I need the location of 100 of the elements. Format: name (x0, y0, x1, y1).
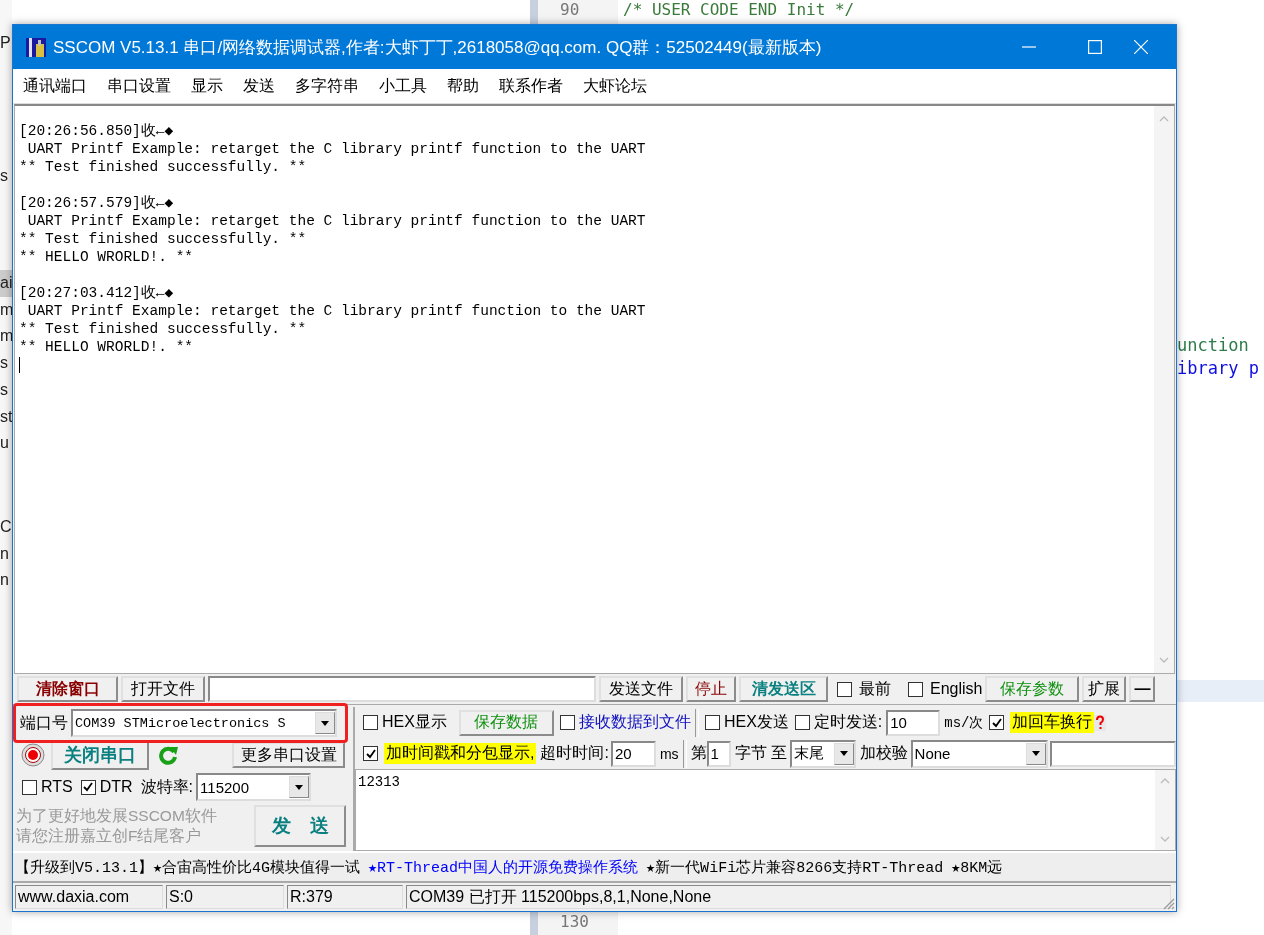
log-line: [20:26:57.579]收←◆ (19, 194, 175, 212)
log-line: ** Test finished successfully. ** (19, 320, 308, 338)
log-line: ** Test finished successfully. ** (19, 158, 308, 176)
background-text: m (0, 326, 12, 347)
code-text: unction (1177, 334, 1250, 357)
to-label: 至 (770, 743, 787, 763)
checkbox[interactable] (908, 681, 923, 697)
log-line: ** Test finished successfully. ** (19, 230, 308, 248)
send-file-button[interactable]: 发送文件 (599, 676, 683, 702)
help-icon[interactable] (1094, 714, 1107, 731)
caret-icon (1031, 751, 1040, 756)
port-label: 端口号 (20, 712, 68, 733)
background-text: s (0, 166, 9, 186)
checkbox[interactable] (363, 746, 378, 761)
checkbox-label: 最前 (859, 678, 891, 699)
file-path-field[interactable] (208, 676, 596, 702)
checkbox[interactable] (837, 681, 852, 697)
resize-grip-icon[interactable] (1161, 896, 1175, 910)
checkbox[interactable] (704, 715, 720, 730)
stop-button[interactable]: 停止 (686, 676, 736, 702)
background-text: P (0, 33, 12, 53)
log-line: UART Printf Example: retarget the C library printf function to the UART (26, 212, 647, 230)
close-icon[interactable] (1134, 40, 1148, 54)
byte-label: 字节 (734, 743, 767, 763)
menu-item[interactable]: 帮助 (447, 75, 479, 97)
background-text: s (0, 353, 9, 374)
window-title: SSCOM V5.13.1 串口/网络数据调试器,作者:大虾丁丁,2618058@qq.com. QQ群：52502449(最新版本) (53, 36, 822, 59)
port-dropdown[interactable]: COM39 STMicroelectronics S (71, 709, 337, 737)
checkbox[interactable] (363, 715, 378, 730)
checksum-dropdown[interactable]: None (910, 739, 1048, 768)
background-text: u (0, 433, 10, 454)
clear-send-button[interactable]: 清发送区 (739, 676, 828, 702)
checksum-label: 加校验 (859, 743, 908, 763)
checksum-value-field[interactable] (1049, 740, 1176, 767)
log-line: UART Printf Example: retarget the C library printf function to the UART (26, 140, 647, 158)
checkbox-label: 加回车换行 (1010, 712, 1095, 733)
checkbox-label: HEX显示 (382, 712, 447, 732)
save-params-button[interactable]: 保存参数 (985, 676, 1080, 702)
status-cell: COM39 已打开 115200bps,8,1,None,None (406, 885, 1171, 909)
menu-item[interactable]: 大虾论坛 (583, 75, 647, 97)
checkbox-label: 定时发送: (813, 712, 883, 732)
checkbox[interactable] (559, 715, 575, 730)
baud-label: 波特率: (140, 776, 194, 797)
status-cell: R:379 (287, 885, 403, 909)
send-button[interactable]: 发 送 (254, 805, 346, 847)
line-number: 130 (559, 912, 589, 931)
refresh-icon[interactable] (157, 744, 179, 766)
log-line: ** HELLO WRORLD!. ** (19, 248, 195, 266)
line-number: 90 (559, 0, 581, 19)
checkbox[interactable] (989, 715, 1005, 730)
ticker-link[interactable]: ★8KM远 (951, 857, 1003, 877)
log-line: UART Printf Example: retarget the C library printf function to the UART (26, 302, 647, 320)
clear-window-button[interactable]: 清除窗口 (17, 676, 118, 702)
background-text: m (0, 299, 12, 320)
status-light-icon (21, 743, 45, 767)
expand-button[interactable]: 扩展 (1082, 676, 1127, 702)
byte-from-label: 第 (690, 743, 707, 763)
notice-text: 为了更好地发展SSCOM软件 (16, 806, 218, 826)
log-line: ** HELLO WRORLD!. ** (19, 338, 195, 356)
checkbox-label: HEX发送 (723, 712, 789, 732)
menu-item[interactable]: 小工具 (379, 75, 427, 97)
ticker-link[interactable]: ★RT-Thread中国人的开源免费操作系统 (368, 857, 639, 877)
byte-from-field[interactable]: 1 (706, 740, 731, 767)
checkbox-label: RTS (41, 778, 73, 796)
baud-dropdown[interactable]: 115200 (196, 773, 312, 801)
checkbox[interactable] (80, 779, 96, 795)
background-text: ai (0, 270, 12, 297)
save-data-button[interactable]: 保存数据 (458, 709, 554, 736)
app-icon (25, 36, 47, 58)
menu-item[interactable]: 联系作者 (499, 75, 563, 97)
checkbox-label: English (930, 680, 983, 698)
byte-to-dropdown[interactable]: 末尾 (789, 739, 856, 768)
menu-item[interactable]: 通讯端口 (23, 75, 87, 97)
checkbox[interactable] (22, 779, 37, 795)
menu-item[interactable]: 显示 (191, 75, 223, 97)
text-cursor (19, 357, 20, 373)
more-settings-button[interactable]: 更多串口设置 (232, 742, 345, 768)
timeout-field[interactable]: 20 (610, 740, 656, 767)
interval-field[interactable]: 10 (886, 709, 941, 736)
checkbox[interactable] (794, 715, 810, 730)
ticker-link[interactable]: 【升级到V5.13.1】★合宙高性价比4G模块值得一试 (15, 857, 361, 877)
code-text: ibrary p (1177, 357, 1260, 380)
maximize-icon[interactable] (1088, 40, 1102, 54)
background-text: st (0, 406, 12, 427)
status-cell: S:0 (166, 885, 284, 909)
background-text: s (0, 379, 9, 400)
menu-item[interactable]: 串口设置 (107, 75, 171, 97)
ticker-link[interactable]: ★新一代WiFi芯片兼容8266支持RT-Thread (646, 857, 944, 877)
notice-text: 请您注册嘉立创F结尾客户 (16, 826, 203, 846)
timeout-label: 超时时间: (540, 743, 609, 763)
unit-label: ms/次 (944, 713, 984, 732)
open-file-button[interactable]: 打开文件 (121, 676, 205, 702)
collapse-button[interactable]: — (1129, 676, 1156, 702)
background-text: n (0, 570, 10, 591)
menu-item[interactable]: 发送 (243, 75, 275, 97)
background-text: C (0, 517, 12, 537)
background-text: n (0, 543, 10, 564)
checkbox-label: 加时间戳和分包显示, (384, 743, 537, 764)
menu-item[interactable]: 多字符串 (295, 75, 359, 97)
checkbox-label: 接收数据到文件 (578, 712, 691, 732)
